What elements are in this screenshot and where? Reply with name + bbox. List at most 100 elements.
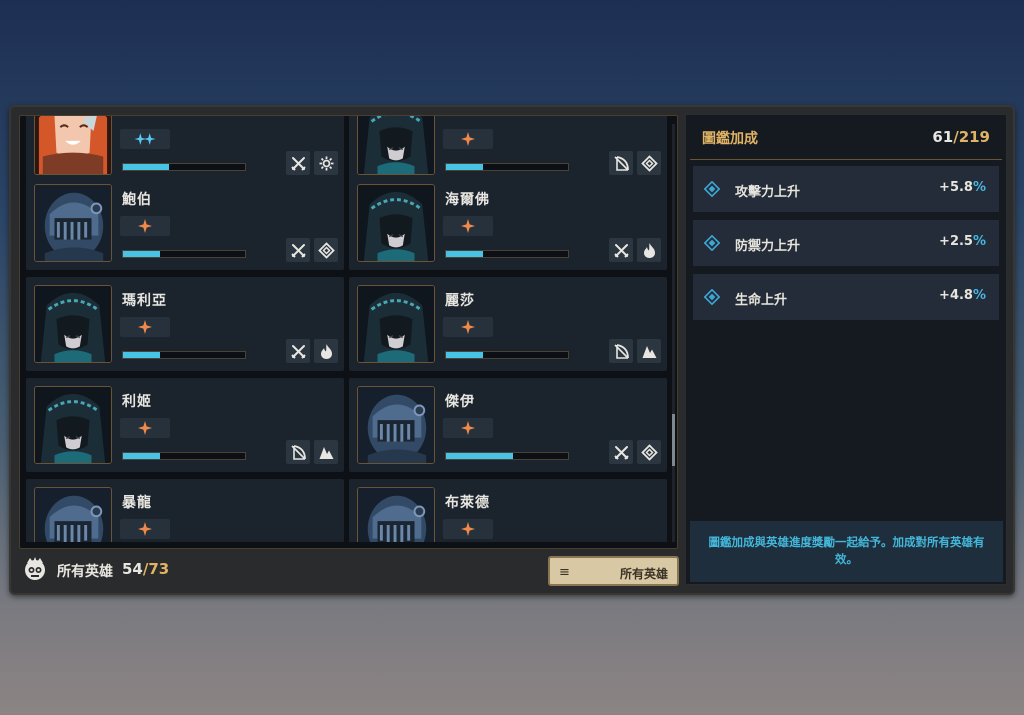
all-heroes-label: 所有英雄 [57, 564, 113, 580]
swords-icon [613, 243, 629, 258]
hero-count-bar: 所有英雄 54/73 ≡ 所有英雄 [19, 551, 679, 589]
hero-card[interactable]: 布萊德 [349, 479, 667, 542]
bow-icon [613, 343, 629, 359]
hero-card[interactable]: 瑪利亞 [26, 277, 344, 371]
hero-star-rank [120, 519, 170, 539]
hero-portrait [34, 285, 112, 363]
diamond-stat-icon [704, 289, 720, 305]
bonus-stat-name: 防禦力上升 [735, 239, 801, 254]
star-icon [461, 421, 475, 435]
hero-card[interactable] [349, 116, 667, 183]
star-icon [461, 320, 475, 334]
hero-portrait [357, 116, 435, 175]
hero-trait-swords-icon [286, 238, 310, 262]
hero-trait-swords-icon [286, 151, 310, 175]
hero-star-rank [443, 317, 493, 337]
hero-progress-bar [122, 250, 246, 258]
hero-star-rank [120, 418, 170, 438]
hero-portrait [34, 386, 112, 464]
star-icon [138, 522, 152, 536]
hero-portrait [34, 116, 112, 175]
hero-star-rank [443, 216, 493, 236]
hero-card[interactable]: 海爾佛 [349, 176, 667, 270]
swords-icon [613, 445, 629, 460]
hero-star-rank [443, 129, 493, 149]
hero-name: 海爾佛 [445, 192, 490, 208]
star-icon [461, 522, 475, 536]
hero-trait-diamond-icon [637, 440, 661, 464]
hero-name: 傑伊 [445, 394, 475, 410]
hero-trait-bow-icon [609, 339, 633, 363]
hero-trait-mountain-icon [637, 339, 661, 363]
star-icon [138, 421, 152, 435]
mascot-icon [25, 557, 45, 580]
hero-progress-fill [446, 352, 483, 358]
divider [690, 159, 1002, 160]
bonus-stat-unit: % [972, 180, 986, 195]
diamond-icon [317, 241, 335, 259]
gear-icon [319, 156, 333, 170]
hero-progress-bar [122, 452, 246, 460]
hero-name: 暴龍 [122, 495, 152, 511]
hero-star-rank [120, 216, 170, 236]
hero-name: 瑪利亞 [122, 293, 167, 309]
hero-portrait [357, 487, 435, 542]
hero-name: 利姬 [122, 394, 152, 410]
swords-icon [290, 243, 306, 258]
hero-trait-fire-icon [637, 238, 661, 262]
hero-list-panel[interactable]: 鮑伯 海爾佛瑪利亞 麗莎利姬 傑伊暴龍 布萊德 [19, 115, 678, 549]
star-icon [134, 133, 156, 145]
hero-progress-bar [445, 250, 569, 258]
hero-card[interactable]: 暴龍 [26, 479, 344, 542]
hero-card[interactable] [26, 116, 344, 183]
bonus-stat-unit: % [972, 288, 986, 303]
fire-icon [320, 343, 332, 359]
bonus-stat-row: 防禦力上升 +2.5% [693, 220, 999, 266]
hero-card[interactable]: 傑伊 [349, 378, 667, 472]
bonus-stat-name: 生命上升 [735, 293, 788, 308]
hero-trait-bow-icon [609, 151, 633, 175]
hero-card[interactable]: 鮑伯 [26, 176, 344, 270]
hero-grid[interactable]: 鮑伯 海爾佛瑪利亞 麗莎利姬 傑伊暴龍 布萊德 [20, 116, 670, 542]
hero-card[interactable]: 麗莎 [349, 277, 667, 371]
bonus-count: 61/219 [932, 128, 990, 146]
hero-name: 麗莎 [445, 293, 475, 309]
hero-portrait-art [35, 387, 111, 463]
hero-portrait-art [358, 488, 434, 542]
menu-icon: ≡ [559, 565, 570, 580]
hero-star-rank [443, 519, 493, 539]
hero-trait-mountain-icon [314, 440, 338, 464]
diamond-icon [640, 154, 658, 172]
hero-portrait-art [35, 116, 111, 174]
diamond-stat-icon [704, 181, 720, 197]
bonus-stat-number: +5.8 [939, 180, 973, 195]
hero-portrait-art [35, 185, 111, 261]
bonus-stat-row: 攻擊力上升 +5.8% [693, 166, 999, 212]
mountain-icon [642, 345, 656, 358]
scrollbar[interactable] [672, 124, 675, 542]
hero-progress-fill [446, 453, 514, 459]
hero-progress-bar [445, 351, 569, 359]
hero-trait-swords-icon [286, 339, 310, 363]
hero-portrait-art [35, 488, 111, 542]
scrollbar-thumb[interactable] [672, 414, 675, 466]
bow-icon [613, 155, 629, 171]
hero-portrait [357, 285, 435, 363]
bonus-stat-name: 攻擊力上升 [735, 185, 801, 200]
hero-portrait-art [358, 387, 434, 463]
hero-portrait-art [358, 286, 434, 362]
star-icon [461, 219, 475, 233]
mountain-icon [319, 446, 333, 459]
hero-filter-button[interactable]: ≡ 所有英雄 [548, 556, 679, 586]
hero-portrait [357, 184, 435, 262]
hero-progress-bar [445, 163, 569, 171]
bonus-stat-unit: % [972, 234, 986, 249]
hero-progress-fill [123, 352, 160, 358]
hero-card[interactable]: 利姬 [26, 378, 344, 472]
swords-icon [290, 344, 306, 359]
hero-progress-fill [123, 251, 160, 257]
hero-trait-swords-icon [609, 238, 633, 262]
hero-progress-bar [122, 163, 246, 171]
bow-icon [290, 444, 306, 460]
hero-trait-gear-icon [314, 151, 338, 175]
